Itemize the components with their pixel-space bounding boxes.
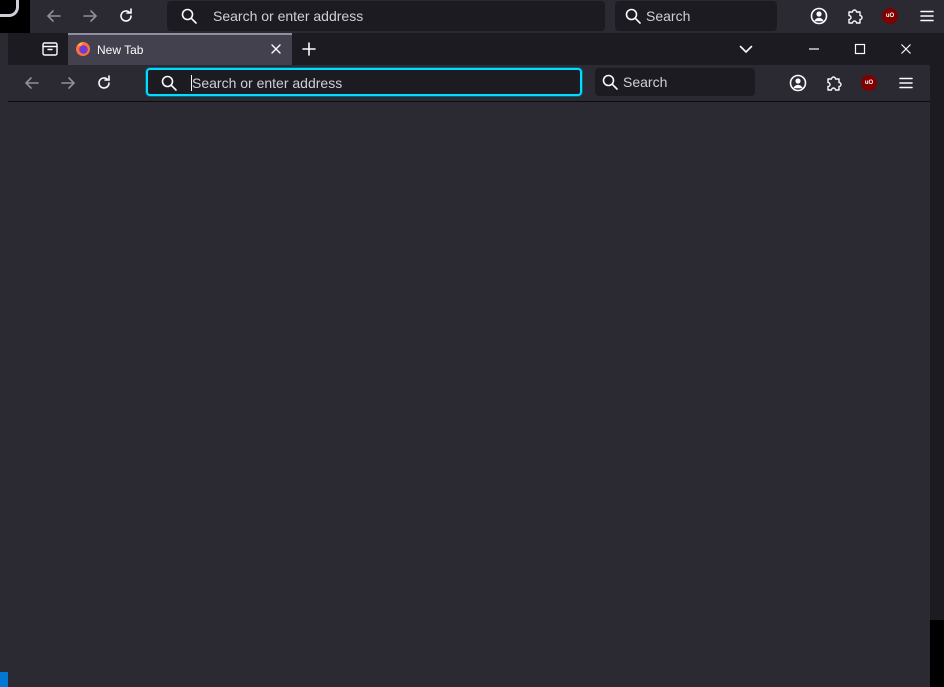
ublock-icon[interactable]: uO — [861, 75, 877, 91]
address-placeholder: Search or enter address — [213, 8, 364, 24]
firefox-icon — [75, 41, 91, 57]
new-tab-button[interactable] — [300, 40, 318, 58]
back-icon[interactable] — [44, 6, 64, 26]
search-bar[interactable]: Search — [595, 68, 755, 96]
ublock-icon[interactable]: uO — [882, 8, 898, 24]
background-window-edge — [930, 620, 944, 687]
reload-icon[interactable] — [116, 6, 136, 26]
account-icon[interactable] — [788, 73, 808, 93]
search-icon — [180, 7, 198, 25]
background-address-bar[interactable]: Search or enter address — [167, 1, 605, 31]
background-window-edge — [930, 33, 944, 687]
page-content-area[interactable] — [8, 101, 930, 687]
search-icon — [160, 74, 178, 92]
ublock-badge-label: uO — [885, 13, 895, 19]
browser-window: New Tab Search or enter address Search u… — [8, 33, 930, 687]
menu-icon[interactable] — [896, 73, 916, 93]
back-icon[interactable] — [22, 73, 42, 93]
account-icon[interactable] — [809, 6, 829, 26]
toolbar-divider — [8, 101, 930, 102]
search-placeholder: Search — [623, 74, 668, 90]
tab-title: New Tab — [97, 43, 144, 57]
background-window-edge — [0, 33, 8, 687]
list-all-tabs-icon[interactable] — [737, 40, 755, 58]
taskbar-fragment — [0, 672, 8, 687]
ublock-badge-label: uO — [864, 80, 874, 86]
search-icon — [624, 7, 642, 25]
text-cursor — [191, 75, 192, 91]
maximize-icon[interactable] — [851, 40, 869, 58]
menu-icon[interactable] — [917, 6, 937, 26]
address-bar[interactable]: Search or enter address — [146, 68, 582, 96]
reload-icon[interactable] — [94, 73, 114, 93]
extensions-icon[interactable] — [824, 73, 844, 93]
close-window-icon[interactable] — [897, 40, 915, 58]
tab-new-tab[interactable]: New Tab — [68, 33, 292, 65]
forward-icon[interactable] — [80, 6, 100, 26]
address-placeholder: Search or enter address — [192, 75, 343, 91]
close-tab-icon[interactable] — [267, 40, 285, 58]
background-desktop-corner — [0, 0, 30, 33]
extensions-icon[interactable] — [845, 6, 865, 26]
minimize-icon[interactable] — [805, 40, 823, 58]
search-icon — [601, 73, 619, 91]
forward-icon[interactable] — [58, 73, 78, 93]
search-placeholder: Search — [646, 8, 691, 24]
firefox-view-icon[interactable] — [41, 40, 59, 58]
background-search-bar[interactable]: Search — [615, 1, 777, 31]
